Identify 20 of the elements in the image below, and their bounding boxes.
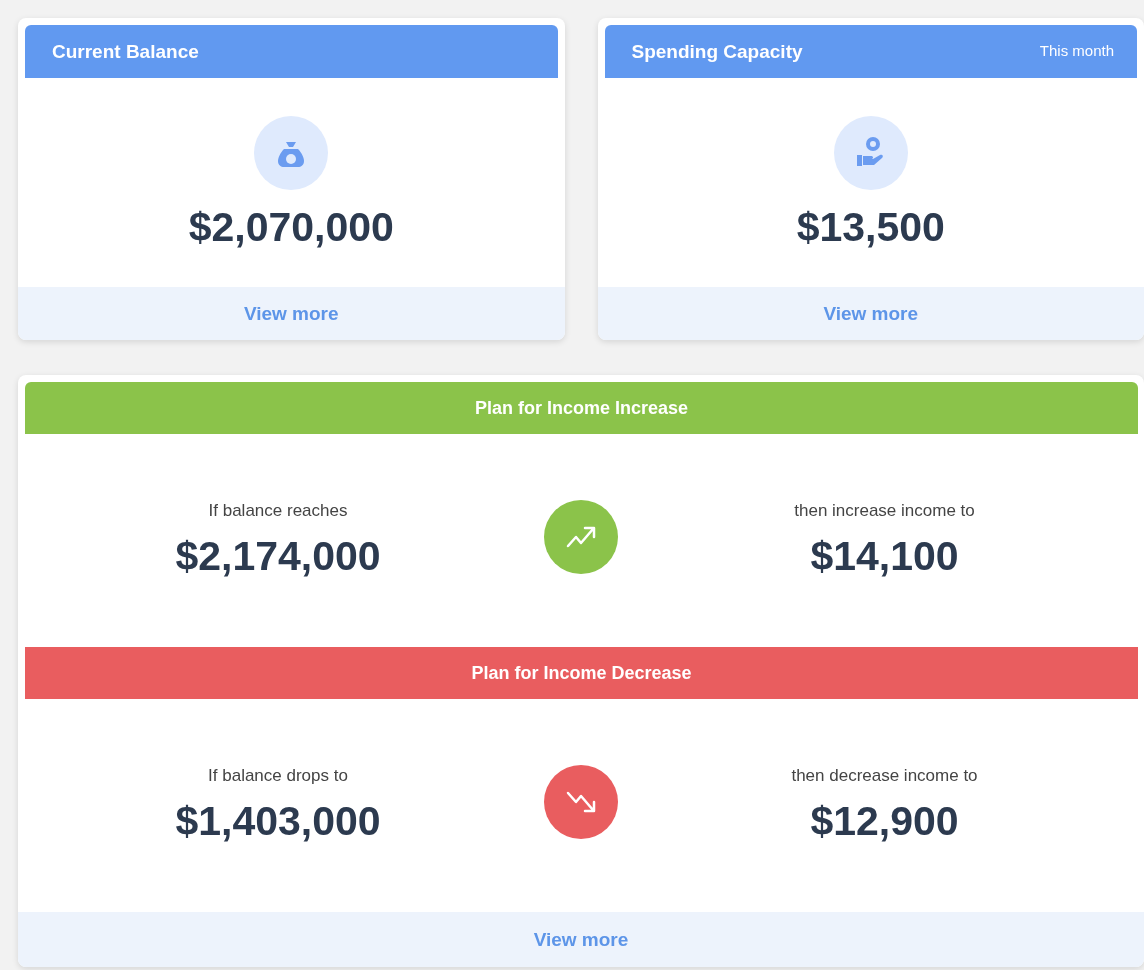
amount-value: $2,174,000	[175, 533, 381, 580]
card-title: Current Balance	[52, 40, 199, 63]
amount-value: $14,100	[810, 533, 959, 580]
view-more-button[interactable]: View more	[18, 287, 565, 340]
plan-title: Plan for Income Increase	[474, 397, 689, 419]
condition-label: If balance drops to	[208, 766, 348, 786]
amount-value: $12,900	[810, 798, 959, 845]
plan-title: Plan for Income Decrease	[471, 662, 692, 684]
action-label: then increase income to	[794, 501, 975, 521]
action-label: then decrease income to	[791, 766, 978, 786]
trend-down-icon	[566, 789, 596, 814]
view-more-button[interactable]: View more	[597, 287, 1144, 340]
amount-value: $13,500	[796, 204, 945, 251]
amount-value: $1,403,000	[175, 798, 381, 845]
amount-value: $2,070,000	[188, 204, 394, 251]
view-more-button[interactable]: View more	[18, 912, 1144, 967]
card-title: Spending Capacity	[631, 40, 803, 63]
trend-up-icon	[566, 524, 596, 549]
condition-label: If balance reaches	[208, 501, 348, 521]
period-label: This month	[1039, 42, 1114, 59]
